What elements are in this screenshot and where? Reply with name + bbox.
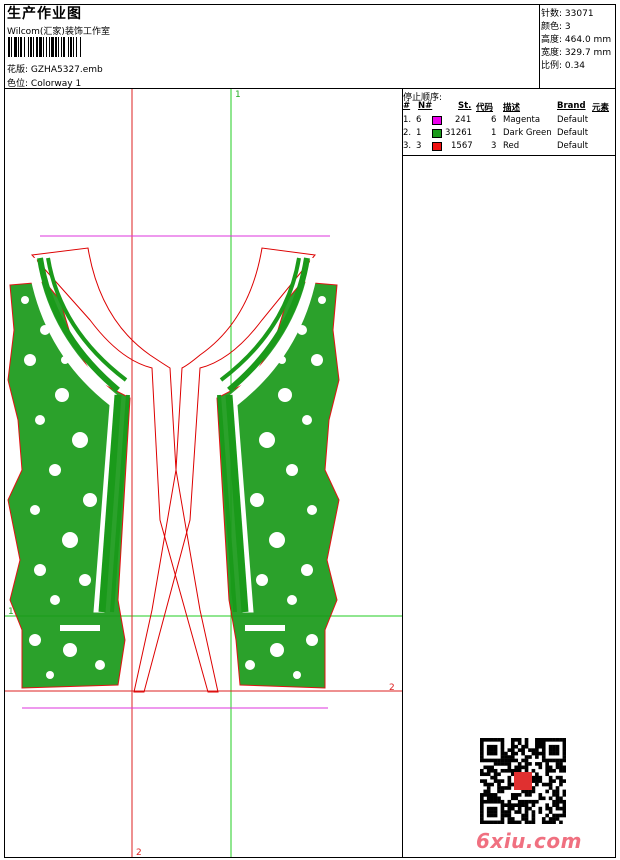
guide-label-red-v: 2 bbox=[136, 848, 142, 858]
embroidery-preview: 1 1 2 2 bbox=[5, 89, 402, 858]
guide-label-green-v: 1 bbox=[235, 90, 241, 100]
right-embroidery-panel bbox=[216, 257, 340, 689]
watermark: 6xiu.com bbox=[476, 829, 582, 853]
left-embroidery-panel bbox=[7, 257, 131, 689]
guide-label-red-h: 2 bbox=[389, 683, 395, 693]
qr-code-icon bbox=[480, 738, 566, 824]
